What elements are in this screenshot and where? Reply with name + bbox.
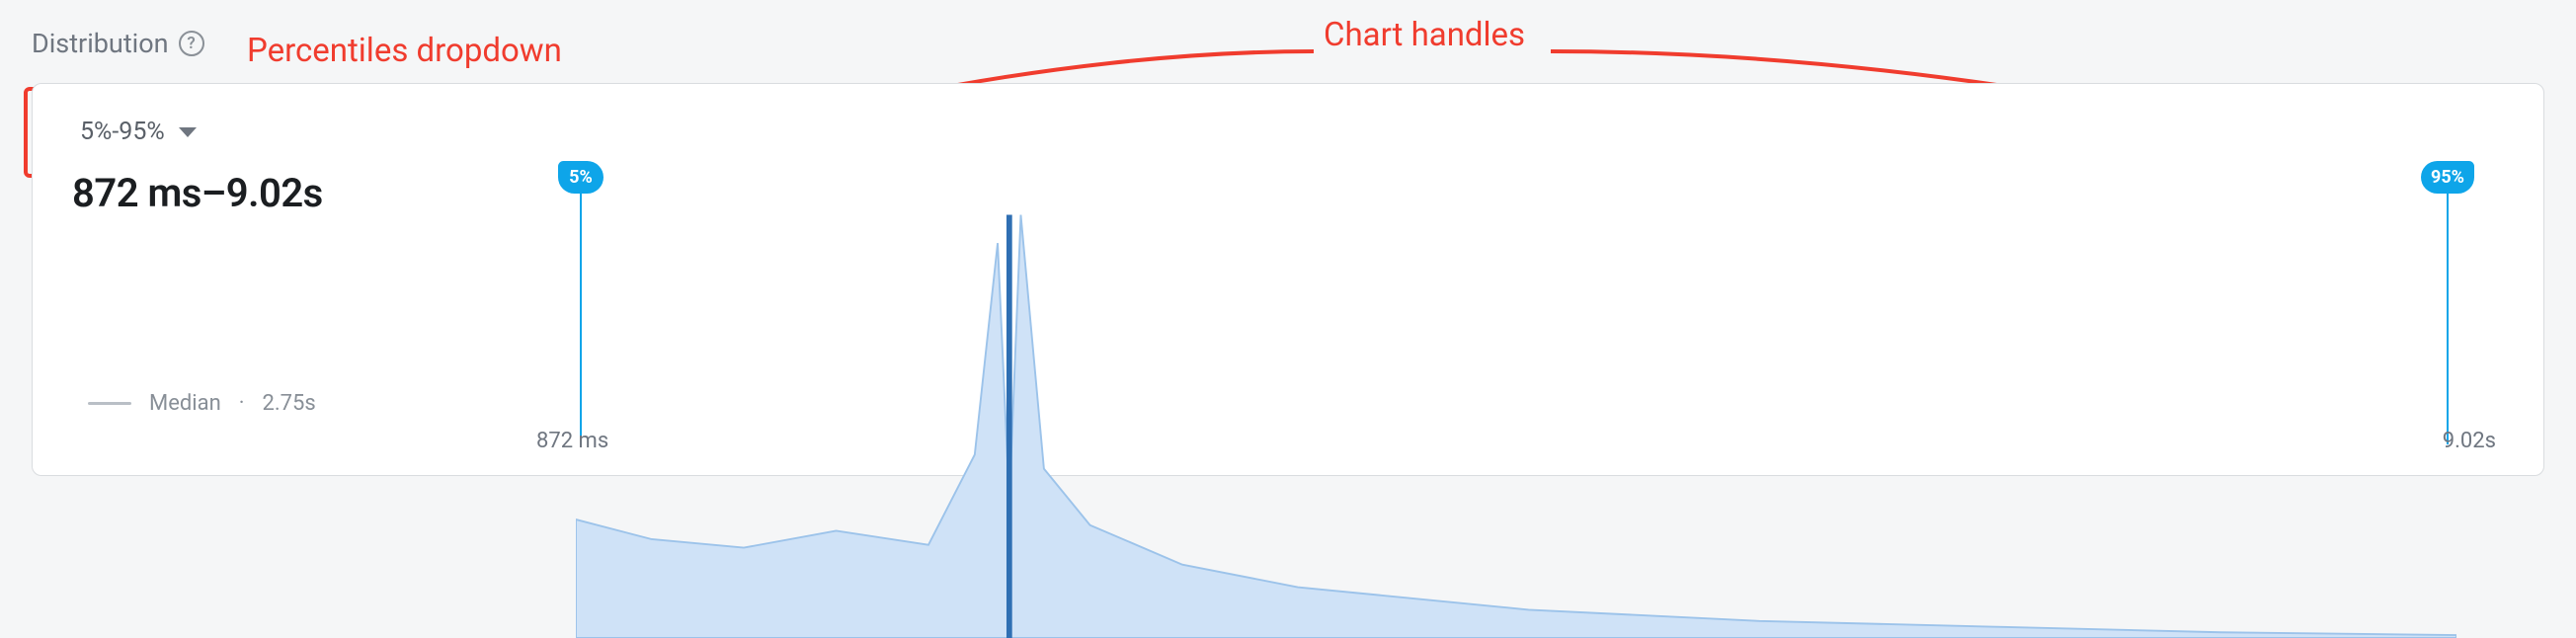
section-title-text: Distribution xyxy=(32,28,169,59)
x-axis-label-min: 872 ms xyxy=(536,429,608,453)
median-swatch-icon xyxy=(88,402,131,405)
chevron-down-icon xyxy=(179,127,197,137)
section-title: Distribution ? xyxy=(32,28,204,59)
distribution-chart: 5% 95% 872 ms 9.02s xyxy=(536,133,2496,467)
percentiles-dropdown[interactable]: 5%-95% xyxy=(72,114,204,150)
percentiles-dropdown-label: 5%-95% xyxy=(80,118,165,146)
median-legend: Median · 2.75s xyxy=(88,391,316,416)
distribution-area-svg xyxy=(576,187,2456,638)
median-label: Median xyxy=(149,391,221,416)
median-dot: · xyxy=(239,391,245,416)
help-icon[interactable]: ? xyxy=(179,31,204,56)
chart-handle-right-label: 95% xyxy=(2431,167,2464,188)
chart-handle-left-label: 5% xyxy=(569,167,593,188)
distribution-card: 5%-95% 872 ms–9.02s Median · 2.75s 5% 95… xyxy=(32,83,2544,476)
x-axis-label-max: 9.02s xyxy=(2443,429,2496,453)
median-value: 2.75s xyxy=(263,391,316,416)
